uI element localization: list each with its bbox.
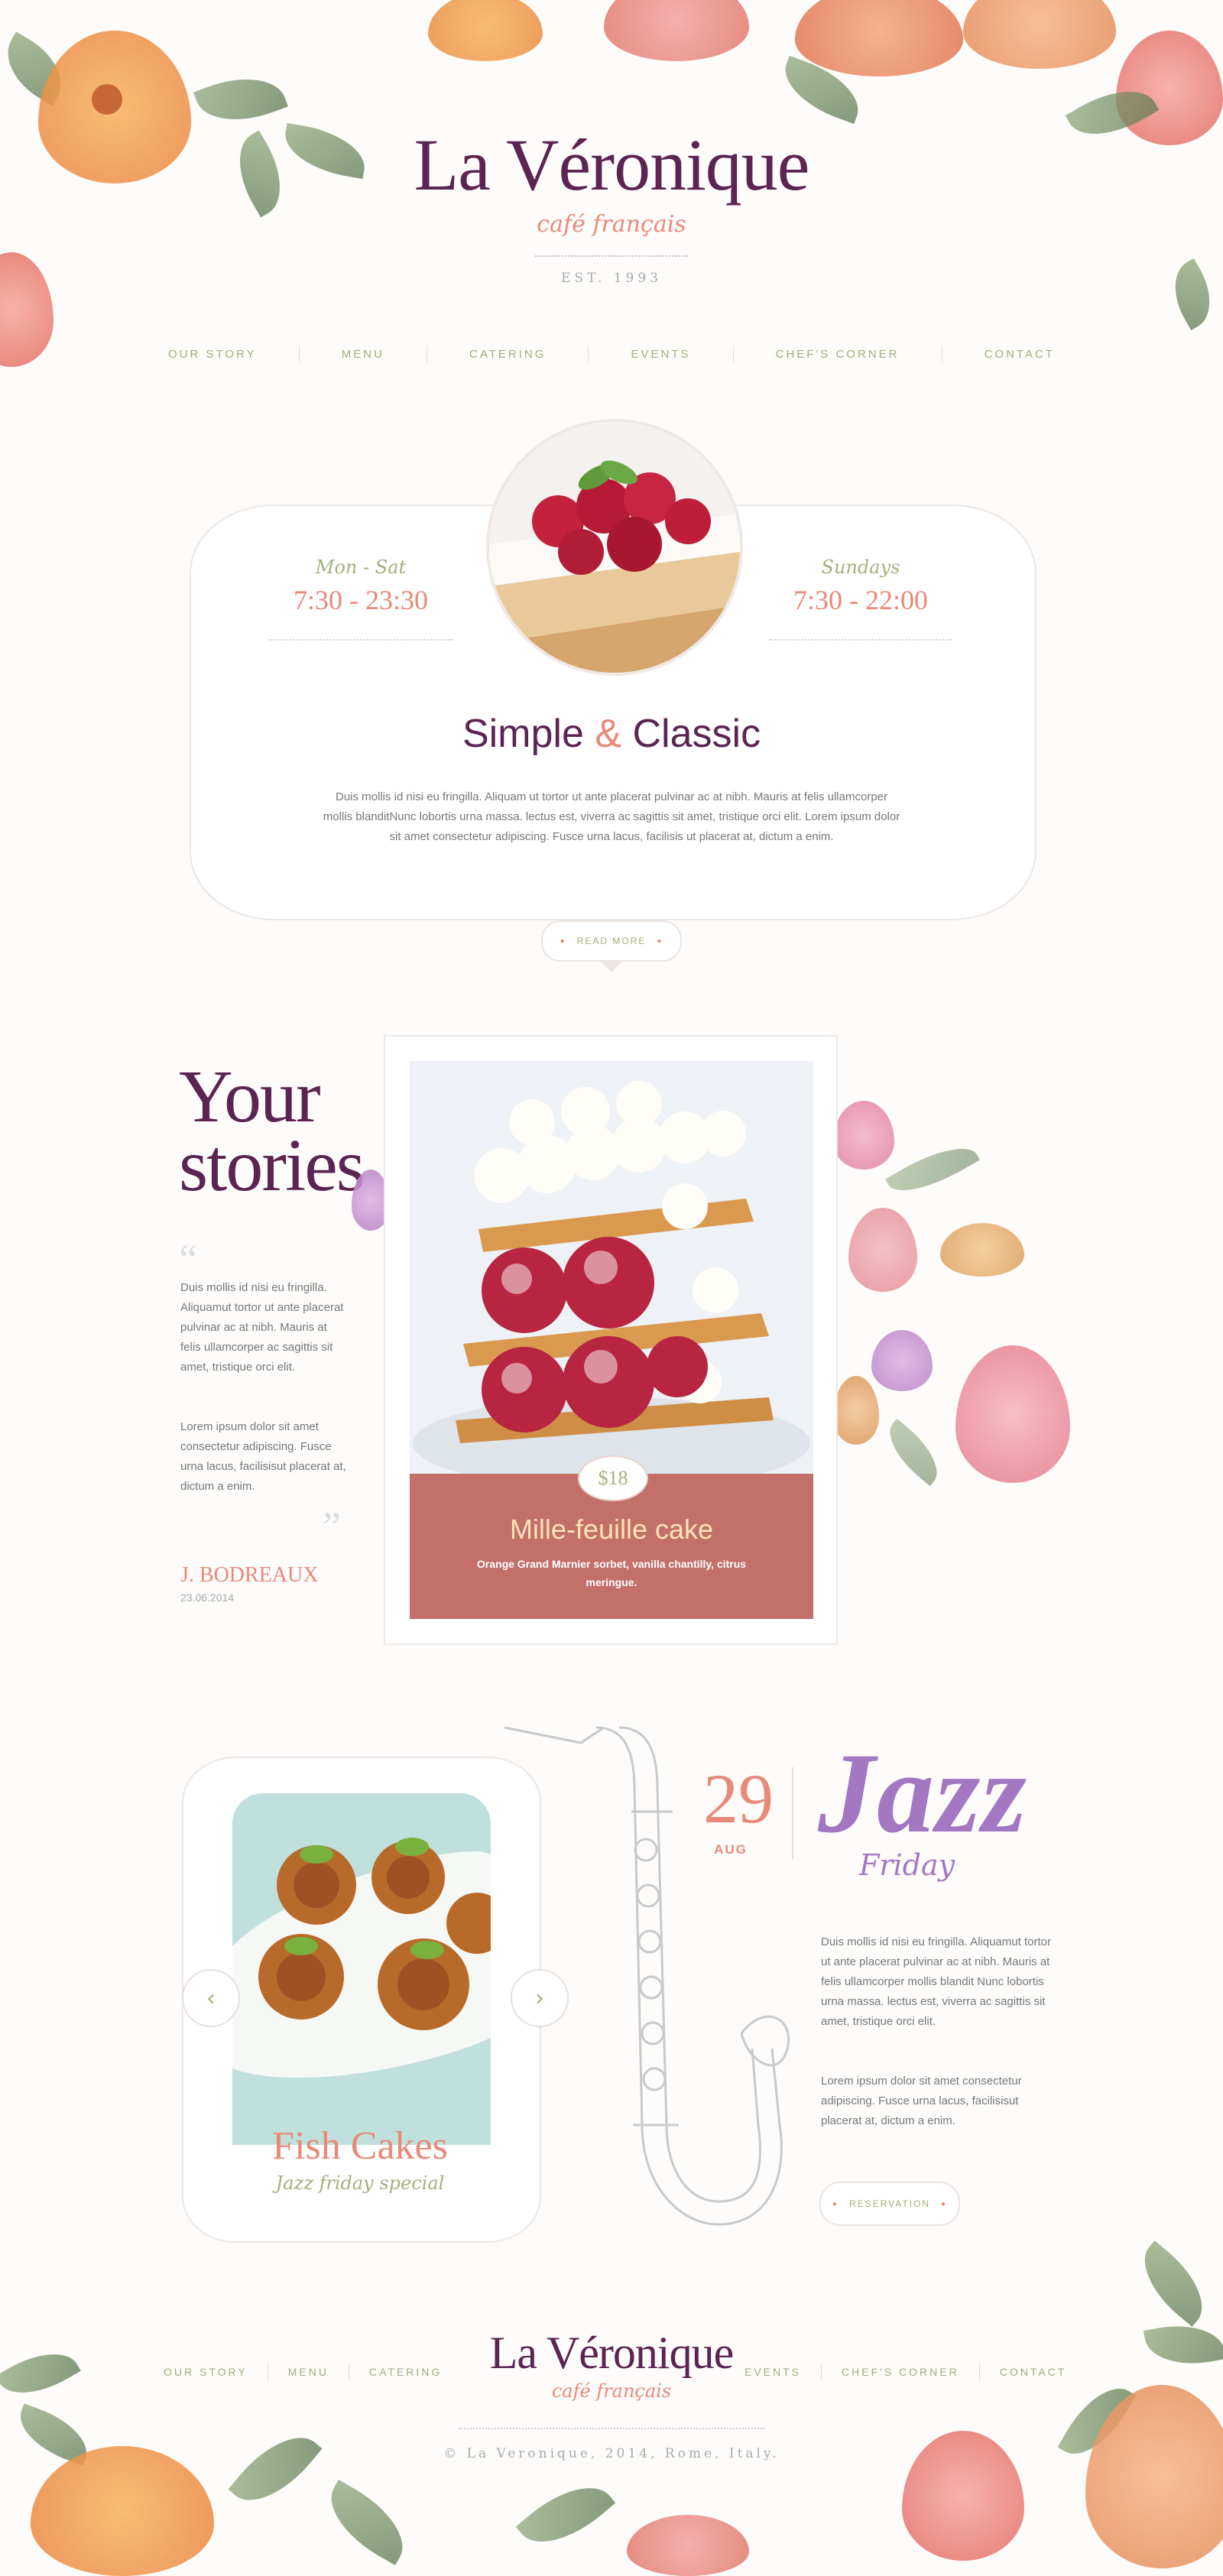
mille-feuille-image xyxy=(410,1061,813,1474)
footer-divider xyxy=(459,2428,764,2429)
site-logo[interactable]: La Véronique xyxy=(0,122,1223,207)
story-date: 23.06.2014 xyxy=(180,1591,235,1604)
intro-title-part2: Classic xyxy=(632,712,761,756)
footer-logo-tagline: café français xyxy=(551,2380,672,2402)
intro-text: Duis mollis id nisi eu fringilla. Aliqua… xyxy=(323,790,900,843)
stories-paragraph-2: Lorem ipsum dolor sit amet consectetur a… xyxy=(180,1420,346,1493)
featured-dish-card[interactable]: $18 Mille-feuille cake Orange Grand Marn… xyxy=(384,1035,838,1645)
logo-tagline: café français xyxy=(537,211,686,238)
established-label: EST. 1993 xyxy=(561,271,662,286)
read-more-pointer xyxy=(601,962,622,972)
date-divider xyxy=(781,1767,793,1859)
event-paragraph-1: Duis mollis id nisi eu fringilla. Aliqua… xyxy=(821,1935,1051,2028)
fish-cakes-image xyxy=(232,1793,491,2145)
stories-paragraph-1: Duis mollis id nisi eu fringilla. Aliqua… xyxy=(180,1281,344,1374)
hours-weekday-label: Mon - Sat xyxy=(315,556,407,578)
bullet-icon: ● xyxy=(941,2199,948,2208)
chevron-left-icon: ‹ xyxy=(206,1984,216,2012)
price-badge: $18 xyxy=(578,1455,648,1501)
open-quote-icon: “ xyxy=(179,1236,197,1282)
prev-arrow-button[interactable]: ‹ xyxy=(182,1969,240,2027)
reservation-label: RESERVATION xyxy=(848,2198,931,2209)
footer-nav-chefs-corner[interactable]: CHEF'S CORNER xyxy=(822,2366,979,2378)
bullet-icon: ● xyxy=(832,2199,839,2208)
intro-title: Simple & Classic xyxy=(0,711,1223,757)
nav-item-contact[interactable]: CONTACT xyxy=(969,348,1070,361)
nav-divider xyxy=(588,346,589,362)
special-dish-subtitle: Jazz friday special xyxy=(275,2172,445,2194)
hours-sunday-label: Sundays xyxy=(821,556,900,578)
hours-divider xyxy=(769,639,952,641)
stories-title-line1: Your xyxy=(179,1056,321,1138)
read-more-button[interactable]: ● READ MORE ● xyxy=(541,920,682,962)
bullet-icon: ● xyxy=(560,936,566,946)
stories-title-line2: stories xyxy=(179,1124,365,1207)
footer-nav-contact[interactable]: CONTACT xyxy=(980,2366,1067,2378)
nav-item-events[interactable]: EVENTS xyxy=(616,348,706,361)
bullet-icon: ● xyxy=(657,936,663,946)
close-quote-icon: ” xyxy=(323,1504,341,1549)
event-day: 29 xyxy=(703,1760,774,1838)
stories-title: Your stories xyxy=(179,1056,365,1207)
nav-item-chefs-corner[interactable]: CHEF'S CORNER xyxy=(761,348,915,361)
dish-name: Mille-feuille cake xyxy=(509,1513,714,1545)
footer-nav-events[interactable]: EVENTS xyxy=(725,2366,821,2378)
nav-item-our-story[interactable]: OUR STORY xyxy=(153,348,272,361)
nav-divider xyxy=(298,346,300,362)
main-nav: OUR STORY MENU CATERING EVENTS CHEF'S CO… xyxy=(153,346,1070,362)
event-subtitle: Friday xyxy=(859,1848,955,1882)
logo-divider xyxy=(535,255,688,257)
nav-item-catering[interactable]: CATERING xyxy=(454,348,561,361)
dessert-image xyxy=(486,419,743,676)
reservation-button[interactable]: ● RESERVATION ● xyxy=(819,2182,960,2226)
intro-title-amp: & xyxy=(595,712,622,756)
nav-divider xyxy=(732,346,734,362)
footer-nav-right: EVENTS CHEF'S CORNER CONTACT xyxy=(725,2363,1066,2380)
nav-item-menu[interactable]: MENU xyxy=(326,348,400,361)
intro-title-part1: Simple xyxy=(462,712,584,756)
dish-description: Orange Grand Marnier sorbet, vanilla cha… xyxy=(476,1558,747,1588)
event-paragraph-2: Lorem ipsum dolor sit amet consectetur a… xyxy=(821,2075,1022,2127)
story-author: J. BODREAUX xyxy=(180,1563,319,1587)
event-title: Jazz xyxy=(818,1730,1028,1857)
copyright: © La Veronique, 2014, Rome, Italy. xyxy=(443,2446,780,2461)
hours-sunday-time: 7:30 - 22:00 xyxy=(793,585,928,615)
hours-divider xyxy=(269,639,453,641)
special-dish-name: Fish Cakes xyxy=(272,2124,448,2168)
hours-weekday-time: 7:30 - 23:30 xyxy=(294,585,428,615)
event-month: AUG xyxy=(714,1842,748,1857)
read-more-label: READ MORE xyxy=(576,936,647,946)
